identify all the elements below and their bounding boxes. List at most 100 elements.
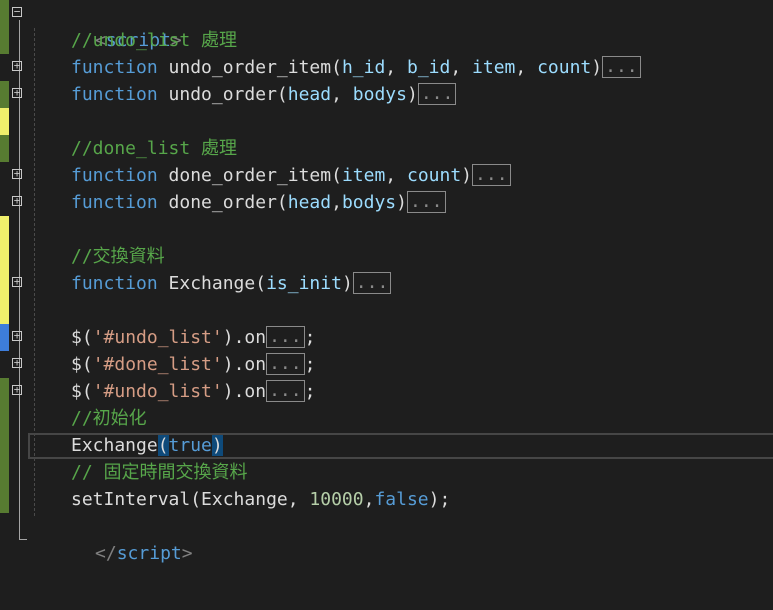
tag-close-bracket: > — [181, 543, 193, 564]
expand-icon[interactable]: + — [12, 330, 22, 341]
code-line[interactable]: //交換資料 — [0, 243, 773, 270]
paren-open: ( — [157, 435, 169, 456]
code-editor[interactable]: − <script> //undo_list 處理 + function und… — [0, 0, 773, 610]
function-name: done_order( — [157, 192, 288, 213]
code-line[interactable]: + function Exchange(is_init)... — [0, 270, 773, 297]
expand-icon[interactable]: + — [12, 168, 22, 179]
code-line[interactable] — [0, 108, 773, 135]
function-name: Exchange( — [157, 273, 267, 294]
separator: , — [363, 489, 375, 510]
string: '#done_list' — [92, 354, 223, 375]
semicolon: ; — [304, 354, 316, 375]
expand-icon[interactable]: + — [12, 357, 22, 368]
function-name: undo_order( — [157, 84, 288, 105]
code-line[interactable]: − <script> — [0, 0, 773, 51]
param: is_init — [266, 273, 342, 294]
keyword: function — [71, 273, 158, 294]
comment: //undo_list 處理 — [71, 30, 238, 51]
expand-icon[interactable]: + — [12, 384, 22, 395]
method-call: ).on — [222, 327, 267, 348]
param: bodys — [341, 192, 397, 213]
code-line[interactable] — [0, 297, 773, 324]
separator: , — [450, 57, 473, 78]
method-call: ).on — [222, 354, 267, 375]
collapse-icon[interactable]: − — [12, 6, 22, 17]
paren-close: ) — [461, 165, 473, 186]
param: h_id — [341, 57, 386, 78]
expand-icon[interactable]: + — [12, 276, 22, 287]
change-indicator — [0, 108, 9, 135]
keyword: true — [168, 435, 212, 456]
code-line[interactable]: + $('#done_list').on...; — [0, 351, 773, 378]
code-line[interactable]: Exchange(true) — [0, 432, 773, 459]
code-line[interactable]: // 固定時間交換資料 — [0, 459, 773, 486]
paren-close: ) — [591, 57, 603, 78]
collapsed-block[interactable]: ... — [266, 352, 305, 375]
semicolon: ; — [304, 327, 316, 348]
number: 10000 — [309, 489, 364, 510]
comment: //交換資料 — [71, 246, 165, 267]
code-line[interactable]: + $('#undo_list').on...; — [0, 378, 773, 405]
collapsed-block[interactable]: ... — [406, 190, 446, 213]
comment: // 固定時間交換資料 — [71, 462, 248, 483]
change-indicator — [0, 378, 9, 405]
separator: , — [331, 84, 353, 105]
code-line[interactable] — [0, 216, 773, 243]
expand-icon[interactable]: + — [12, 60, 22, 71]
code-line[interactable]: + function done_order(head,bodys)... — [0, 189, 773, 216]
collapsed-block[interactable]: ... — [266, 325, 305, 348]
param: count — [537, 57, 592, 78]
keyword: false — [374, 489, 429, 510]
code-line[interactable]: //undo_list 處理 — [0, 27, 773, 54]
collapsed-block[interactable]: ... — [602, 55, 641, 78]
change-indicator — [0, 27, 9, 54]
change-indicator — [0, 486, 9, 513]
function-name: Exchange — [71, 435, 158, 456]
param: item — [472, 57, 516, 78]
keyword: function — [71, 165, 158, 186]
change-indicator — [0, 459, 9, 486]
code-line[interactable]: //初始化 — [0, 405, 773, 432]
statement-end: ); — [428, 489, 451, 510]
comment: //初始化 — [71, 408, 147, 429]
param: head — [287, 84, 332, 105]
change-indicator — [0, 270, 9, 297]
jquery-call: $( — [71, 381, 93, 402]
collapsed-block[interactable]: ... — [266, 379, 305, 402]
expand-icon[interactable]: + — [12, 195, 22, 206]
param: item — [341, 165, 386, 186]
collapsed-block[interactable]: ... — [472, 163, 511, 186]
keyword: function — [71, 57, 158, 78]
paren-close: ) — [341, 273, 353, 294]
code-line[interactable]: + function undo_order(head, bodys)... — [0, 81, 773, 108]
change-indicator — [0, 432, 9, 459]
separator: , — [331, 192, 342, 213]
change-indicator — [0, 135, 9, 162]
function-name: done_order_item( — [157, 165, 342, 186]
param: head — [287, 192, 332, 213]
function-call: setInterval(Exchange, — [71, 489, 310, 510]
code-line[interactable]: //done_list 處理 — [0, 135, 773, 162]
collapsed-block[interactable]: ... — [352, 271, 392, 294]
change-indicator — [0, 405, 9, 432]
paren-close: ) — [396, 192, 407, 213]
expand-icon[interactable]: + — [12, 87, 22, 98]
paren-close: ) — [211, 435, 223, 456]
code-line[interactable]: + function undo_order_item(h_id, b_id, i… — [0, 54, 773, 81]
tag-open-bracket: </ — [95, 543, 117, 564]
change-indicator — [0, 243, 9, 270]
code-line[interactable]: setInterval(Exchange, 10000,false); — [0, 486, 773, 513]
keyword: function — [71, 192, 158, 213]
string: '#undo_list' — [92, 327, 223, 348]
code-line[interactable]: + $('#undo_list').on...; — [0, 324, 773, 351]
semicolon: ; — [304, 381, 316, 402]
method-call: ).on — [222, 381, 267, 402]
keyword: function — [71, 84, 158, 105]
function-name: undo_order_item( — [157, 57, 342, 78]
collapsed-block[interactable]: ... — [417, 82, 457, 105]
code-line[interactable]: </script> — [0, 513, 773, 564]
change-indicator — [0, 81, 9, 108]
jquery-call: $( — [71, 354, 93, 375]
separator: , — [385, 165, 407, 186]
code-line[interactable]: + function done_order_item(item, count).… — [0, 162, 773, 189]
